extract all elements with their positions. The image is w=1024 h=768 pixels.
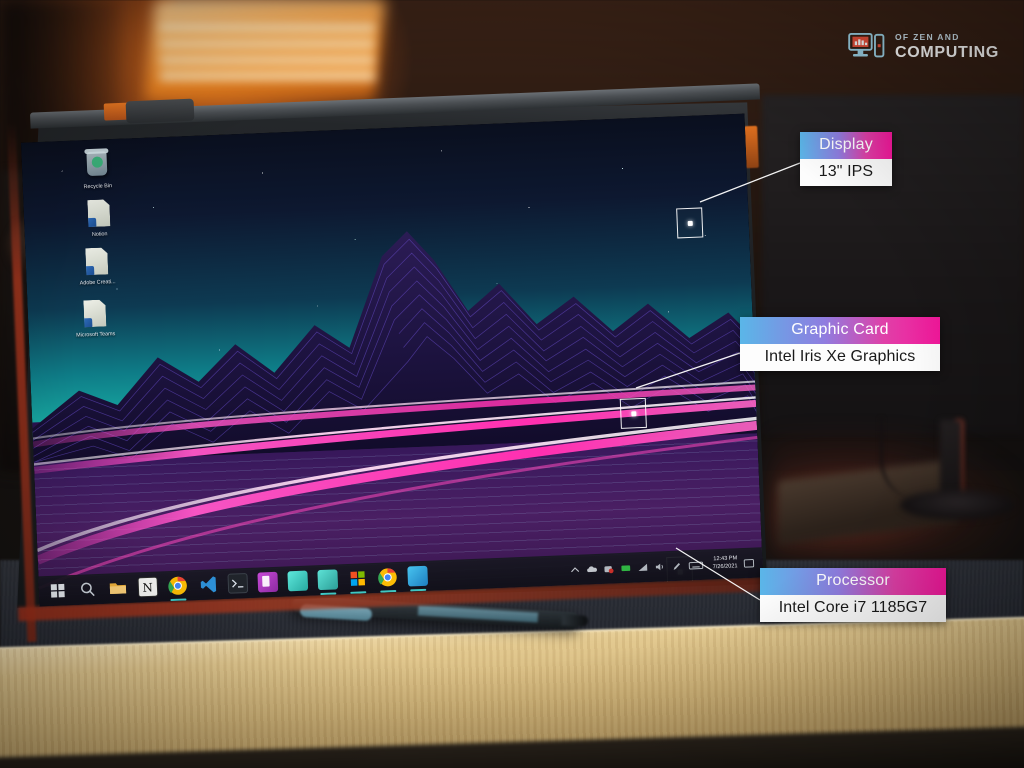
start-button[interactable] xyxy=(48,580,69,601)
desktop-icon-recycle-bin[interactable]: Recycle Bin xyxy=(73,151,121,192)
chrome-2-icon[interactable] xyxy=(377,567,398,588)
callout-value: Intel Iris Xe Graphics xyxy=(740,344,940,371)
callout-marker-gpu[interactable] xyxy=(619,397,647,429)
photos-icon[interactable] xyxy=(407,565,429,587)
laptop-screen[interactable]: Recycle Bin Notion Adobe Creati... Micro… xyxy=(20,113,764,607)
callout-processor: Processor Intel Core i7 1185G7 xyxy=(760,568,946,622)
action-center-icon[interactable] xyxy=(743,557,755,568)
keyboard-icon[interactable] xyxy=(688,559,704,571)
svg-text:N: N xyxy=(142,580,153,594)
camera-recording-icon[interactable] xyxy=(603,563,614,574)
network-icon[interactable] xyxy=(637,561,648,572)
callout-value: Intel Core i7 1185G7 xyxy=(760,595,946,622)
laptop-hinge-left xyxy=(125,98,195,124)
system-tray[interactable]: 12:43 PM 7/26/2021 xyxy=(569,555,758,578)
callout-value: 13" IPS xyxy=(800,159,892,186)
onenote-icon[interactable] xyxy=(257,571,279,593)
product-photo-scene: MSI xyxy=(0,0,1024,768)
callout-graphic-card: Graphic Card Intel Iris Xe Graphics xyxy=(740,317,940,371)
document-shortcut-icon xyxy=(85,199,112,230)
callout-title: Display xyxy=(800,132,892,159)
monitor-base xyxy=(900,490,1015,520)
show-hidden-icons-chevron[interactable] xyxy=(569,564,580,575)
monitor-neck xyxy=(940,420,962,500)
callout-display: Display 13" IPS xyxy=(800,132,892,186)
brand-logo[interactable]: OF ZEN AND COMPUTING xyxy=(848,32,999,62)
brand-tagline: OF ZEN AND xyxy=(895,32,960,43)
teams-icon[interactable] xyxy=(287,570,309,592)
marker-dot xyxy=(687,220,693,226)
desktop-icon-microsoft-teams[interactable]: Microsoft Teams xyxy=(71,299,119,340)
stylus-tip xyxy=(561,614,589,627)
lamp-slats xyxy=(160,24,375,82)
search-icon[interactable] xyxy=(78,579,99,600)
notion-icon[interactable]: N xyxy=(137,576,159,598)
callout-title: Graphic Card xyxy=(740,317,940,344)
onedrive-icon[interactable] xyxy=(586,563,598,574)
clock-date: 7/26/2021 xyxy=(712,563,738,571)
chrome-icon[interactable] xyxy=(167,575,188,596)
desktop-icon-adobe-creative-cloud[interactable]: Adobe Creati... xyxy=(73,247,121,288)
document-shortcut-icon xyxy=(83,247,110,278)
document-shortcut-icon xyxy=(81,299,108,330)
callout-title: Processor xyxy=(760,568,946,595)
callout-marker-display[interactable] xyxy=(676,207,704,239)
green-status-icon[interactable] xyxy=(620,562,631,573)
pen-icon[interactable] xyxy=(671,560,682,571)
brand-name: COMPUTING xyxy=(895,43,1000,61)
taskbar-clock[interactable]: 12:43 PM 7/26/2021 xyxy=(712,556,738,572)
computer-monitor-chart-icon xyxy=(848,32,886,62)
volume-icon[interactable] xyxy=(654,561,665,572)
desktop-icon-notion[interactable]: Notion xyxy=(75,199,123,240)
marker-dot xyxy=(630,410,636,416)
terminal-icon[interactable] xyxy=(227,572,249,594)
store-icon[interactable] xyxy=(317,569,339,591)
vscode-icon[interactable] xyxy=(197,574,218,595)
recycle-bin-icon xyxy=(83,151,110,182)
msi-laptop: MSI xyxy=(6,83,778,642)
file-explorer-icon[interactable] xyxy=(108,578,129,599)
microsoft-365-icon[interactable] xyxy=(347,568,368,589)
